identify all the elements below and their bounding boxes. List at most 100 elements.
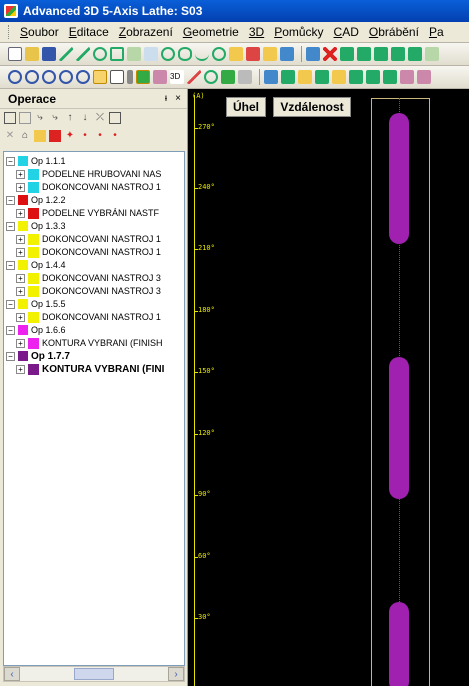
tree-child-node[interactable]: + PODELNE VYBRÁNI NASTF (16, 207, 159, 219)
arrow-up-icon[interactable] (340, 47, 354, 61)
grid-icon[interactable] (110, 70, 124, 84)
simulate-icon[interactable] (153, 70, 167, 84)
pattern-icon[interactable] (280, 47, 294, 61)
scroll-right-icon[interactable]: › (168, 667, 184, 681)
expand-icon[interactable]: + (16, 312, 25, 322)
tree-child-node[interactable]: + PODELNE HRUBOVANI NAS (16, 168, 161, 180)
target-icon[interactable] (204, 70, 218, 84)
tree-op-node[interactable]: − Op 1.2.2 (6, 194, 66, 206)
move-up-icon[interactable]: ↑ (64, 112, 76, 124)
transform-icon[interactable] (264, 70, 278, 84)
tree-op-node[interactable]: − Op 1.4.4 (6, 259, 66, 271)
drill-icon[interactable] (383, 70, 397, 84)
chamfer-icon[interactable] (391, 47, 405, 61)
collapse-icon[interactable]: − (6, 195, 15, 205)
ellipse-icon[interactable] (178, 47, 192, 61)
details-view-icon[interactable] (19, 112, 31, 124)
arc-tool-icon[interactable] (144, 47, 158, 61)
marker-icon[interactable]: ✦ (64, 130, 76, 142)
thread-icon[interactable] (366, 70, 380, 84)
line-icon[interactable] (187, 70, 201, 84)
extend-icon[interactable] (263, 47, 277, 61)
regenerate-icon[interactable]: ⤷ (34, 112, 46, 124)
operations-tree[interactable]: − Op 1.1.1 + PODELNE HRUBOVANI NAS + DOK… (3, 151, 185, 666)
delete-icon[interactable] (323, 47, 337, 61)
expand-icon[interactable]: + (16, 286, 25, 296)
distance-button[interactable]: Vzdálenost (273, 97, 351, 117)
curve-icon[interactable] (195, 47, 209, 61)
collapse-icon[interactable]: − (6, 156, 15, 166)
expand-icon[interactable]: + (16, 338, 25, 348)
delete-op-icon[interactable]: ✕ (4, 130, 16, 142)
expand-icon[interactable]: + (16, 364, 25, 374)
measure-icon[interactable] (306, 47, 320, 61)
tree-child-node[interactable]: + DOKONCOVANI NASTROJ 1 (16, 311, 161, 323)
layers-icon[interactable] (238, 70, 252, 84)
scroll-thumb[interactable] (74, 668, 114, 680)
point-tool-icon[interactable] (127, 47, 141, 61)
toolpath-icon[interactable] (298, 70, 312, 84)
postprocess-icon[interactable]: ⌂ (19, 130, 31, 142)
checkmark-icon[interactable] (59, 47, 73, 61)
zoom-out-icon[interactable] (25, 70, 39, 84)
verify-icon[interactable] (417, 70, 431, 84)
point-marker-icon[interactable]: • (79, 130, 91, 142)
expand-icon[interactable]: + (16, 169, 25, 179)
collapse-icon[interactable]: − (6, 299, 15, 309)
3d-view-icon[interactable]: 3D (170, 70, 184, 84)
point-marker-2-icon[interactable]: • (94, 130, 106, 142)
menu-cad[interactable]: CAD (329, 25, 364, 39)
expand-icon[interactable]: + (16, 247, 25, 257)
rotate-icon[interactable] (281, 70, 295, 84)
collapse-icon[interactable]: − (6, 221, 15, 231)
disable-icon[interactable]: ⤫ (94, 112, 106, 124)
zoom-previous-icon[interactable] (76, 70, 90, 84)
operation-icon[interactable] (332, 70, 346, 84)
tree-op-node-selected[interactable]: − Op 1.7.7 (6, 350, 70, 362)
rectangle-tool-icon[interactable] (110, 47, 124, 61)
crosshair-icon[interactable] (212, 47, 226, 61)
select-icon[interactable] (93, 70, 107, 84)
tree-child-node-selected[interactable]: + KONTURA VYBRANI (FINI (16, 363, 164, 375)
tree-child-node[interactable]: + DOKONCOVANI NASTROJ 3 (16, 272, 161, 284)
point-marker-3-icon[interactable]: • (109, 130, 121, 142)
toolpath-segment[interactable] (389, 113, 409, 244)
tree-child-node[interactable]: + DOKONCOVANI NASTROJ 1 (16, 181, 161, 193)
collapse-icon[interactable]: − (6, 351, 15, 361)
new-file-icon[interactable] (8, 47, 22, 61)
solid-icon[interactable] (221, 70, 235, 84)
tangent-icon[interactable] (229, 47, 243, 61)
line-tool-icon[interactable] (76, 47, 90, 61)
tree-child-node[interactable]: + DOKONCOVANI NASTROJ 1 (16, 233, 161, 245)
tree-child-node[interactable]: + DOKONCOVANI NASTROJ 3 (16, 285, 161, 297)
tree-op-node[interactable]: − Op 1.1.1 (6, 155, 66, 167)
menu-pa[interactable]: Pa (424, 25, 449, 39)
graphics-view[interactable]: (A) 270° 240° 210° 180° 150° 120° 90° 60… (188, 89, 469, 686)
tree-child-node[interactable]: + KONTURA VYBRANI (FINISH (16, 337, 163, 349)
properties-icon[interactable] (109, 112, 121, 124)
zoom-all-icon[interactable] (59, 70, 73, 84)
menu-editace[interactable]: Editace (64, 25, 114, 39)
menu-obrabeni[interactable]: Obrábění (364, 25, 424, 39)
collapse-icon[interactable]: − (6, 325, 15, 335)
zoom-window-icon[interactable] (42, 70, 56, 84)
toolpath-segment[interactable] (389, 602, 409, 686)
expand-icon[interactable]: + (16, 182, 25, 192)
open-folder-icon[interactable] (25, 47, 39, 61)
expand-icon[interactable]: + (16, 234, 25, 244)
mirror-icon[interactable] (408, 47, 422, 61)
tree-horizontal-scrollbar[interactable]: ‹ › (3, 666, 185, 682)
trim-icon[interactable] (246, 47, 260, 61)
menu-3d[interactable]: 3D (244, 25, 269, 39)
fillet-icon[interactable] (374, 47, 388, 61)
menu-soubor[interactable]: Soubor (15, 25, 64, 39)
menu-pomucky[interactable]: Pomůcky (269, 25, 328, 39)
zoom-in-icon[interactable] (8, 70, 22, 84)
expand-icon[interactable]: + (16, 208, 25, 218)
menu-geometrie[interactable]: Geometrie (178, 25, 244, 39)
close-icon[interactable]: × (175, 93, 181, 104)
stock-icon[interactable] (315, 70, 329, 84)
regenerate-all-icon[interactable]: ⤷ (49, 112, 61, 124)
ruler-icon[interactable] (127, 70, 133, 84)
list-view-icon[interactable] (4, 112, 16, 124)
